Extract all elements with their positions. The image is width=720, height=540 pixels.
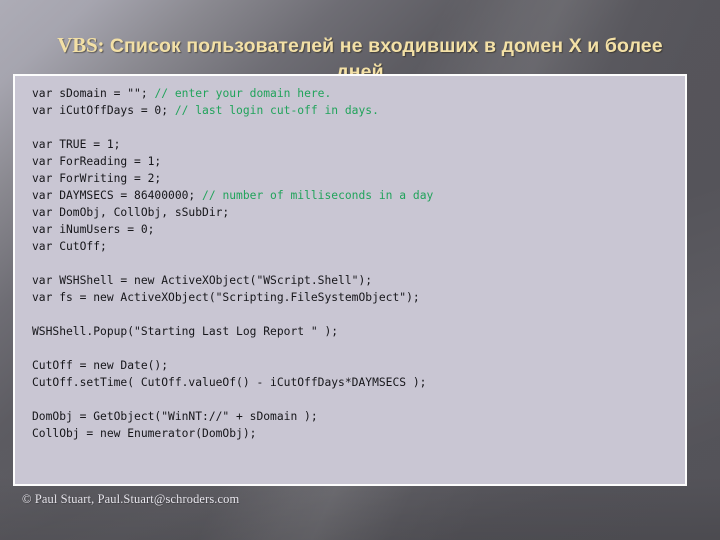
code-text: var iCutOffDays = 0; — [32, 104, 175, 117]
code-line: var DAYMSECS = 86400000; // number of mi… — [32, 187, 685, 204]
code-comment: // last login cut-off in days. — [174, 104, 379, 117]
slide: VBS: Список пользователей не входивших в… — [0, 0, 720, 540]
code-line: var DomObj, CollObj, sSubDir; — [32, 204, 685, 221]
code-text: WSHShell.Popup("Starting Last Log Report… — [32, 325, 339, 338]
code-text: var ForReading = 1; — [32, 155, 162, 168]
code-line: WSHShell.Popup("Starting Last Log Report… — [32, 323, 685, 340]
code-line: var ForWriting = 2; — [32, 170, 685, 187]
code-line: var ForReading = 1; — [32, 153, 685, 170]
code-line: var sDomain = ""; // enter your domain h… — [32, 85, 685, 102]
code-text: var TRUE = 1; — [32, 138, 121, 151]
code-line: CutOff.setTime( CutOff.valueOf() - iCutO… — [32, 374, 685, 391]
code-line: var TRUE = 1; — [32, 136, 685, 153]
code-comment: // number of milliseconds in a day — [202, 189, 434, 202]
code-line: DomObj = GetObject("WinNT://" + sDomain … — [32, 408, 685, 425]
code-block: var sDomain = ""; // enter your domain h… — [15, 76, 685, 442]
code-text: DomObj = GetObject("WinNT://" + sDomain … — [32, 410, 318, 423]
code-text: CutOff.setTime( CutOff.valueOf() - iCutO… — [32, 376, 427, 389]
code-line: var iCutOffDays = 0; // last login cut-o… — [32, 102, 685, 119]
code-text: var ForWriting = 2; — [32, 172, 162, 185]
code-line: CollObj = new Enumerator(DomObj); — [32, 425, 685, 442]
code-line: var CutOff; — [32, 238, 685, 255]
code-line: var WSHShell = new ActiveXObject("WScrip… — [32, 272, 685, 289]
code-text: var CutOff; — [32, 240, 107, 253]
code-text: CutOff = new Date(); — [32, 359, 169, 372]
title-prefix: VBS: — [57, 33, 105, 58]
code-line: var fs = new ActiveXObject("Scripting.Fi… — [32, 289, 685, 306]
footer-credit: © Paul Stuart, Paul.Stuart@schroders.com — [22, 492, 240, 506]
code-line: var iNumUsers = 0; — [32, 221, 685, 238]
code-text: var sDomain = ""; — [32, 87, 155, 100]
code-text: var fs = new ActiveXObject("Scripting.Fi… — [32, 291, 420, 304]
code-text: var DAYMSECS = 86400000; — [32, 189, 203, 202]
code-text: var DomObj, CollObj, sSubDir; — [32, 206, 230, 219]
code-line: CutOff = new Date(); — [32, 357, 685, 374]
code-comment: // enter your domain here. — [154, 87, 332, 100]
code-text: var WSHShell = new ActiveXObject("WScrip… — [32, 274, 373, 287]
code-panel: var sDomain = ""; // enter your domain h… — [13, 74, 687, 486]
code-text: var iNumUsers = 0; — [32, 223, 155, 236]
code-text: CollObj = new Enumerator(DomObj); — [32, 427, 257, 440]
